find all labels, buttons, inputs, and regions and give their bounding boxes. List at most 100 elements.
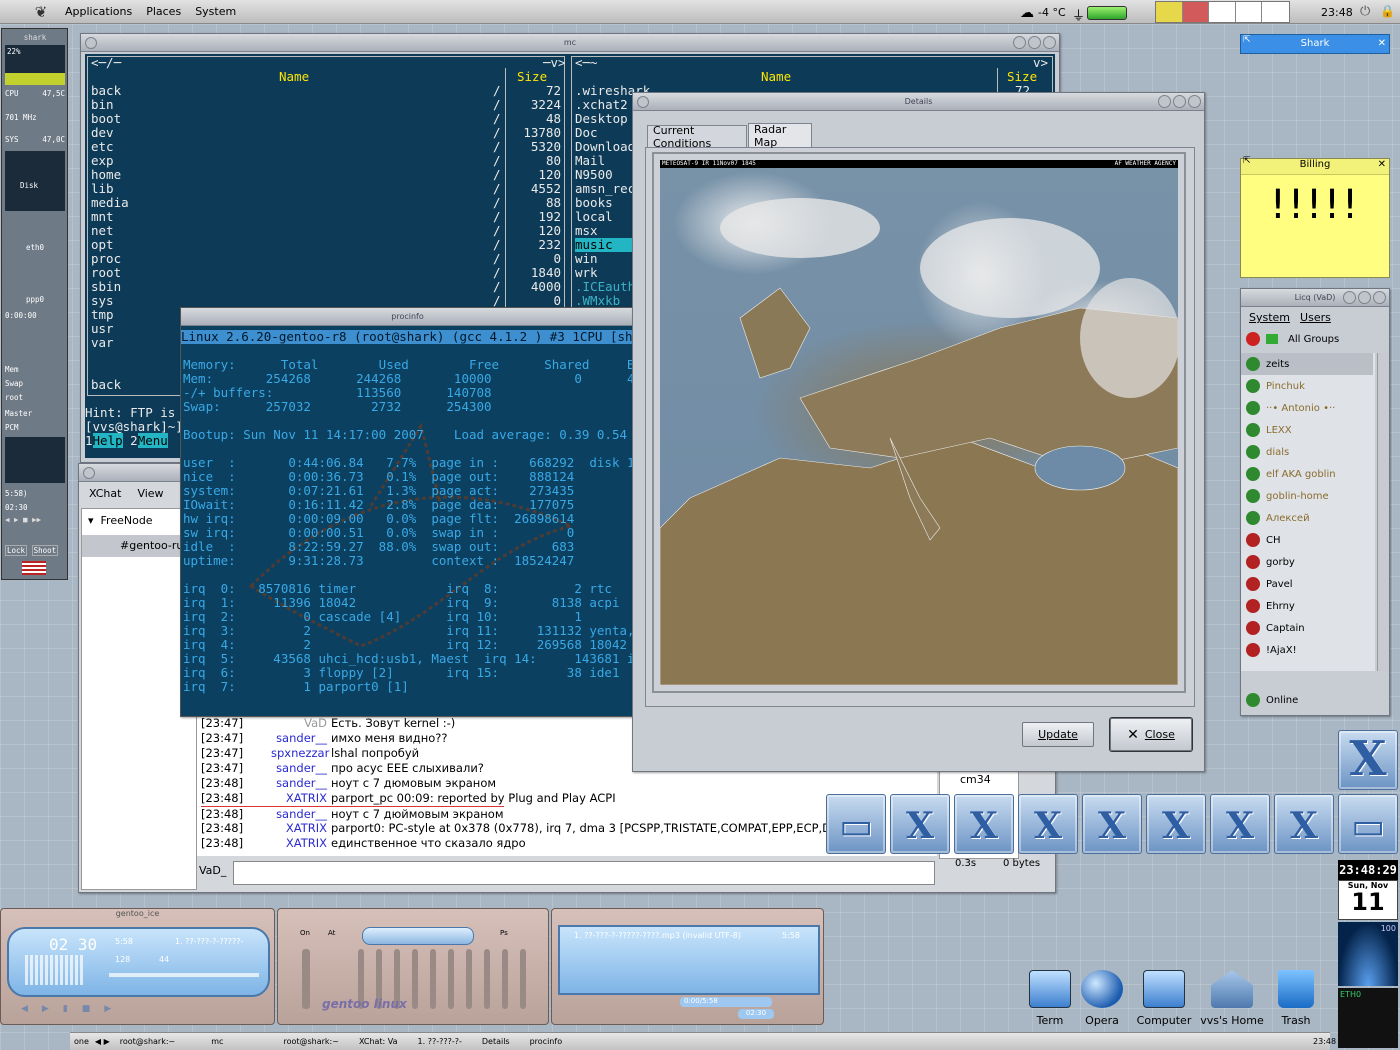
fkey-menu[interactable]: Menu bbox=[137, 433, 168, 448]
procinfo-titlebar[interactable]: procinfo bbox=[181, 308, 634, 326]
contact-item[interactable]: Captain bbox=[1241, 617, 1373, 639]
contact-item[interactable]: CH bbox=[1241, 529, 1373, 551]
file-entry[interactable]: local bbox=[575, 210, 613, 224]
message-nick[interactable]: spxnezzar bbox=[271, 746, 329, 761]
contact-scrollbar[interactable] bbox=[1377, 353, 1389, 671]
dock-app-icon[interactable]: ▭ bbox=[826, 794, 886, 854]
eq-band-slider[interactable] bbox=[466, 949, 472, 1009]
message-nick[interactable]: XATRIX bbox=[271, 821, 327, 836]
input-nick[interactable]: VaD_ bbox=[199, 864, 226, 877]
col-size-left[interactable]: Size bbox=[517, 70, 547, 84]
desktop-icon-trash[interactable]: Trash bbox=[1256, 970, 1336, 1027]
workspace-2[interactable] bbox=[1182, 2, 1210, 22]
file-entry[interactable]: dev bbox=[91, 126, 114, 140]
col-size-right[interactable]: Size bbox=[1007, 70, 1037, 84]
close-button[interactable] bbox=[1373, 291, 1386, 304]
contact-item[interactable]: Ehrny bbox=[1241, 595, 1373, 617]
file-entry[interactable]: net bbox=[91, 224, 114, 238]
file-entry[interactable]: media bbox=[91, 196, 129, 210]
file-entry[interactable]: .WMxkb bbox=[575, 294, 620, 308]
menu-view[interactable]: View bbox=[137, 487, 163, 500]
file-entry[interactable]: tmp bbox=[91, 308, 114, 322]
tab-radar-map[interactable]: Radar Map bbox=[748, 123, 812, 149]
file-entry[interactable]: home bbox=[91, 168, 121, 182]
menu-system[interactable]: System bbox=[195, 5, 236, 18]
eq-presets[interactable]: Ps bbox=[500, 929, 508, 937]
close-button[interactable] bbox=[1043, 36, 1056, 49]
task-details[interactable]: Details bbox=[482, 1037, 510, 1046]
file-entry[interactable]: lib bbox=[91, 182, 114, 196]
eq-band-slider[interactable] bbox=[430, 949, 436, 1009]
eq-band-slider[interactable] bbox=[520, 949, 526, 1009]
file-entry[interactable]: Doc bbox=[575, 126, 598, 140]
contact-item[interactable]: Pinchuk bbox=[1241, 375, 1373, 397]
workspace-4[interactable] bbox=[1236, 2, 1263, 22]
shutdown-icon[interactable]: ⏻ bbox=[1360, 4, 1370, 19]
dock-wmaker-app-icon[interactable]: X bbox=[1146, 794, 1206, 854]
file-entry[interactable]: bin bbox=[91, 98, 114, 112]
message-nick[interactable]: VaD bbox=[271, 716, 327, 731]
message-nick[interactable]: sander__ bbox=[271, 731, 327, 746]
file-entry[interactable]: books bbox=[575, 196, 613, 210]
file-entry[interactable]: win bbox=[575, 252, 598, 266]
update-button[interactable]: Update bbox=[1022, 722, 1094, 747]
message-nick[interactable]: sander__ bbox=[271, 807, 327, 821]
lock-icon[interactable]: 🔒 bbox=[1380, 4, 1395, 18]
billing-note[interactable]: ⇱ Billing ✕ !!!!! bbox=[1240, 156, 1390, 278]
file-entry[interactable]: msx bbox=[575, 224, 598, 238]
eq-band-slider[interactable] bbox=[448, 949, 454, 1009]
message-nick[interactable]: XATRIX bbox=[271, 836, 327, 851]
file-entry[interactable]: sys bbox=[91, 294, 114, 308]
dock-wmaker-app-icon[interactable]: X bbox=[1018, 794, 1078, 854]
details-titlebar[interactable]: Details bbox=[633, 93, 1204, 111]
minimize-button[interactable] bbox=[1343, 291, 1356, 304]
contact-item[interactable]: elf AKA goblin bbox=[1241, 463, 1373, 485]
workspace-3[interactable] bbox=[1209, 2, 1236, 22]
file-entry[interactable]: sbin bbox=[91, 280, 121, 294]
licq-titlebar[interactable]: Licq (VaD) bbox=[1241, 289, 1389, 307]
file-entry[interactable]: boot bbox=[91, 112, 121, 126]
maximize-button[interactable] bbox=[1358, 291, 1371, 304]
tree-network[interactable]: ▾ FreeNode bbox=[82, 509, 196, 527]
dock-wmaker-app-icon[interactable]: X bbox=[1082, 794, 1142, 854]
close-icon[interactable]: ✕ bbox=[1378, 159, 1386, 170]
contact-item[interactable]: Pavel bbox=[1241, 573, 1373, 595]
task-xchat[interactable]: XChat: Va bbox=[359, 1037, 398, 1046]
chat-input[interactable] bbox=[233, 861, 935, 885]
tree-channel[interactable]: #gentoo-ru bbox=[82, 535, 196, 557]
dock-wmaker-app-icon[interactable]: X bbox=[1210, 794, 1270, 854]
contact-item[interactable]: ··• Antonio •·· bbox=[1241, 397, 1373, 419]
contact-item[interactable]: goblin-home bbox=[1241, 485, 1373, 507]
close-button[interactable] bbox=[1188, 95, 1201, 108]
gk-transport-controls[interactable]: ◀ ▶ ■ ▶▶ bbox=[5, 515, 65, 524]
task-xmms[interactable]: 1. ??-???-?- bbox=[418, 1037, 462, 1046]
file-entry[interactable]: etc bbox=[91, 140, 114, 154]
file-entry[interactable]: music bbox=[575, 238, 635, 252]
resize-icon[interactable]: ⇱ bbox=[1243, 156, 1251, 166]
close-button[interactable]: ✕ Close bbox=[1110, 718, 1192, 751]
col-name-right[interactable]: Name bbox=[761, 70, 791, 84]
task-procinfo[interactable]: procinfo bbox=[530, 1037, 563, 1046]
menu-places[interactable]: Places bbox=[146, 5, 181, 18]
eq-auto[interactable]: At bbox=[328, 929, 335, 937]
weather-icon[interactable]: ☁ bbox=[1020, 5, 1034, 21]
file-entry[interactable]: proc bbox=[91, 252, 121, 266]
minimize-button[interactable] bbox=[1158, 95, 1171, 108]
minimize-button[interactable] bbox=[1013, 36, 1026, 49]
contact-item[interactable]: LEXX bbox=[1241, 419, 1373, 441]
eq-preamp-slider[interactable] bbox=[302, 949, 310, 1009]
mc-titlebar[interactable]: mc bbox=[81, 34, 1059, 52]
workspace-1[interactable] bbox=[1156, 2, 1183, 22]
eq-band-slider[interactable] bbox=[412, 949, 418, 1009]
dock-wmaker-app-icon[interactable]: X bbox=[1274, 794, 1334, 854]
billing-note-title[interactable]: ⇱ Billing ✕ bbox=[1241, 156, 1389, 175]
xmms-transport-controls[interactable]: ◀▶▮■▶ bbox=[21, 1004, 125, 1014]
close-icon[interactable]: ✕ bbox=[1378, 35, 1386, 53]
workspace-label[interactable]: one bbox=[74, 1037, 89, 1046]
task-root-shell-2[interactable]: root@shark:~ bbox=[283, 1037, 339, 1046]
dock-wmaker-app-icon[interactable]: X bbox=[890, 794, 950, 854]
file-entry[interactable]: wrk bbox=[575, 266, 598, 280]
task-prev-icon[interactable]: ◀ ▶ bbox=[95, 1037, 110, 1046]
dock-wmaker-app-icon[interactable]: ▭ bbox=[1338, 794, 1398, 854]
file-entry[interactable]: Download bbox=[575, 140, 635, 154]
